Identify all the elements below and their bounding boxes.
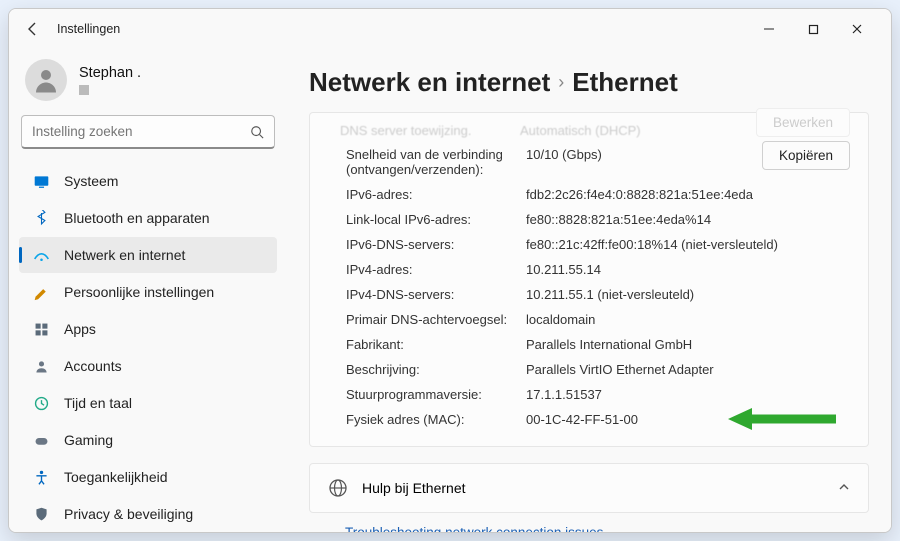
troubleshoot-link[interactable]: Troubleshooting network connection issue… — [309, 525, 869, 532]
window-title: Instellingen — [57, 22, 120, 36]
personalization-icon — [33, 284, 50, 301]
avatar — [25, 59, 67, 101]
sidebar-item-time-language[interactable]: Tijd en taal — [19, 385, 277, 421]
property-row: Link-local IPv6-adres:fe80::8828:821a:51… — [346, 207, 850, 232]
sidebar-item-label: Accounts — [64, 358, 122, 374]
bluetooth-icon — [33, 210, 50, 227]
sidebar-item-gaming[interactable]: Gaming — [19, 422, 277, 458]
gaming-icon — [33, 432, 50, 449]
breadcrumb-parent[interactable]: Netwerk en internet — [309, 67, 550, 98]
system-icon — [33, 173, 50, 190]
property-label: IPv4-adres: — [346, 262, 526, 277]
sidebar-item-label: Systeem — [64, 173, 118, 189]
property-value: fdb2:2c26:f4e4:0:8828:821a:51ee:4eda — [526, 187, 850, 202]
user-name: Stephan . — [79, 65, 141, 81]
breadcrumb: Netwerk en internet › Ethernet — [309, 67, 869, 98]
user-status — [79, 85, 89, 95]
property-row: IPv6-DNS-servers:fe80::21c:42ff:fe00:18%… — [346, 232, 850, 257]
main-content: Netwerk en internet › Ethernet Bewerken … — [287, 49, 891, 532]
sidebar-item-label: Netwerk en internet — [64, 247, 185, 263]
sidebar: Stephan . Systeem Bluetooth en apparaten… — [9, 49, 287, 532]
search-input[interactable] — [32, 124, 250, 139]
sidebar-item-label: Tijd en taal — [64, 395, 132, 411]
settings-window: Instellingen Stephan . — [8, 8, 892, 533]
edit-button[interactable]: Bewerken — [756, 108, 850, 137]
sidebar-item-apps[interactable]: Apps — [19, 311, 277, 347]
property-label: Fabrikant: — [346, 337, 526, 352]
chevron-up-icon — [838, 480, 850, 496]
network-icon — [33, 247, 50, 264]
help-title: Hulp bij Ethernet — [362, 480, 466, 496]
property-value: localdomain — [526, 312, 850, 327]
sidebar-item-label: Apps — [64, 321, 96, 337]
help-expander[interactable]: Hulp bij Ethernet — [309, 463, 869, 513]
property-label: IPv6-adres: — [346, 187, 526, 202]
property-label: Snelheid van de verbinding (ontvangen/ve… — [346, 147, 526, 177]
property-row: Stuurprogrammaversie:17.1.1.51537 — [346, 382, 850, 407]
property-label: Link-local IPv6-adres: — [346, 212, 526, 227]
sidebar-item-network[interactable]: Netwerk en internet — [19, 237, 277, 273]
breadcrumb-current: Ethernet — [572, 67, 677, 98]
property-label: Stuurprogrammaversie: — [346, 387, 526, 402]
property-value: 10.211.55.14 — [526, 262, 850, 277]
sidebar-item-privacy[interactable]: Privacy & beveiliging — [19, 496, 277, 532]
accounts-icon — [33, 358, 50, 375]
property-value: fe80::21c:42ff:fe00:18%14 (niet-versleut… — [526, 237, 850, 252]
globe-icon — [328, 478, 348, 498]
sidebar-item-accounts[interactable]: Accounts — [19, 348, 277, 384]
property-label: Fysiek adres (MAC): — [346, 412, 526, 427]
search-icon — [250, 125, 264, 139]
accessibility-icon — [33, 469, 50, 486]
privacy-icon — [33, 506, 50, 523]
sidebar-item-label: Persoonlijke instellingen — [64, 284, 214, 300]
copy-button[interactable]: Kopiëren — [762, 141, 850, 170]
apps-icon — [33, 321, 50, 338]
sidebar-item-system[interactable]: Systeem — [19, 163, 277, 199]
sidebar-item-accessibility[interactable]: Toegankelijkheid — [19, 459, 277, 495]
search-box[interactable] — [21, 115, 275, 149]
property-value: Parallels International GmbH — [526, 337, 850, 352]
property-label: Beschrijving: — [346, 362, 526, 377]
sidebar-item-label: Toegankelijkheid — [64, 469, 168, 485]
property-value: Parallels VirtIO Ethernet Adapter — [526, 362, 850, 377]
sidebar-item-personalization[interactable]: Persoonlijke instellingen — [19, 274, 277, 310]
property-label: IPv6-DNS-servers: — [346, 237, 526, 252]
titlebar: Instellingen — [9, 9, 891, 49]
back-button[interactable] — [21, 17, 45, 41]
property-label: IPv4-DNS-servers: — [346, 287, 526, 302]
minimize-button[interactable] — [747, 9, 791, 49]
property-row: Beschrijving:Parallels VirtIO Ethernet A… — [346, 357, 850, 382]
sidebar-item-label: Privacy & beveiliging — [64, 506, 193, 522]
close-button[interactable] — [835, 9, 879, 49]
property-value: Automatisch (DHCP) — [520, 123, 641, 138]
sidebar-item-label: Bluetooth en apparaten — [64, 210, 210, 226]
property-label: DNS server toewijzing. — [340, 123, 520, 138]
property-value: fe80::8828:821a:51ee:4eda%14 — [526, 212, 850, 227]
sidebar-item-bluetooth[interactable]: Bluetooth en apparaten — [19, 200, 277, 236]
property-row: Fabrikant:Parallels International GmbH — [346, 332, 850, 357]
time-icon — [33, 395, 50, 412]
property-row: Primair DNS-achtervoegsel:localdomain — [346, 307, 850, 332]
property-value: 17.1.1.51537 — [526, 387, 850, 402]
chevron-right-icon: › — [558, 72, 564, 93]
property-label: Primair DNS-achtervoegsel: — [346, 312, 526, 327]
user-profile[interactable]: Stephan . — [19, 55, 277, 115]
property-value: 10.211.55.1 (niet-versleuteld) — [526, 287, 850, 302]
properties-card: Bewerken Kopiëren DNS server toewijzing.… — [309, 112, 869, 447]
property-row: IPv4-adres:10.211.55.14 — [346, 257, 850, 282]
property-row: IPv4-DNS-servers:10.211.55.1 (niet-versl… — [346, 282, 850, 307]
annotation-arrow-icon — [728, 406, 838, 432]
maximize-button[interactable] — [791, 9, 835, 49]
property-row: IPv6-adres:fdb2:2c26:f4e4:0:8828:821a:51… — [346, 182, 850, 207]
sidebar-item-label: Gaming — [64, 432, 113, 448]
